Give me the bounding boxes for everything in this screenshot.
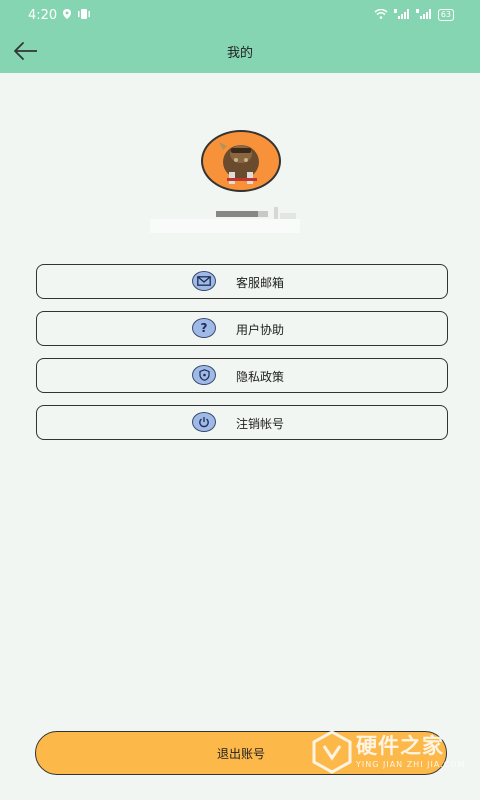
- mail-icon: [192, 271, 216, 291]
- signal-icon-2: [415, 9, 432, 21]
- page-title: 我的: [226, 46, 253, 61]
- question-icon: ?: [192, 318, 216, 338]
- menu-item-user-help[interactable]: ? 用户协助: [36, 311, 448, 346]
- watermark: 硬件之家 YING JIAN ZHI JIA.COM: [310, 728, 470, 776]
- battery-level: 63: [440, 10, 451, 19]
- status-right: 63: [374, 8, 454, 21]
- location-icon: [62, 8, 72, 23]
- status-time: 4:20: [28, 7, 58, 23]
- avatar[interactable]: [201, 130, 281, 192]
- menu-item-privacy-policy[interactable]: 隐私政策: [36, 358, 448, 393]
- menu-item-label: 客服邮箱: [236, 276, 285, 290]
- wifi-icon: [374, 8, 388, 21]
- username-redacted: [150, 205, 330, 235]
- status-bar: 4:20 63: [0, 0, 480, 30]
- menu-item-label: 隐私政策: [236, 370, 285, 384]
- signal-icon-1: [393, 9, 410, 21]
- menu-item-delete-account[interactable]: 注销帐号: [36, 405, 448, 440]
- watermark-subtext: YING JIAN ZHI JIA.COM: [356, 760, 466, 769]
- vibrate-icon: [77, 8, 91, 23]
- shield-icon: [192, 365, 216, 385]
- battery-icon: 63: [437, 9, 454, 21]
- menu-item-support-email[interactable]: 客服邮箱: [36, 264, 448, 299]
- game-character-avatar: [219, 142, 259, 184]
- status-left: 4:20: [28, 8, 91, 23]
- app-bar: 我的: [0, 30, 480, 73]
- logout-label: 退出账号: [216, 746, 265, 761]
- watermark-text: 硬件之家: [356, 734, 444, 758]
- menu-item-label: 注销帐号: [236, 417, 285, 431]
- watermark-logo-icon: [312, 730, 352, 774]
- menu-item-label: 用户协助: [236, 323, 285, 337]
- power-icon: [192, 412, 216, 432]
